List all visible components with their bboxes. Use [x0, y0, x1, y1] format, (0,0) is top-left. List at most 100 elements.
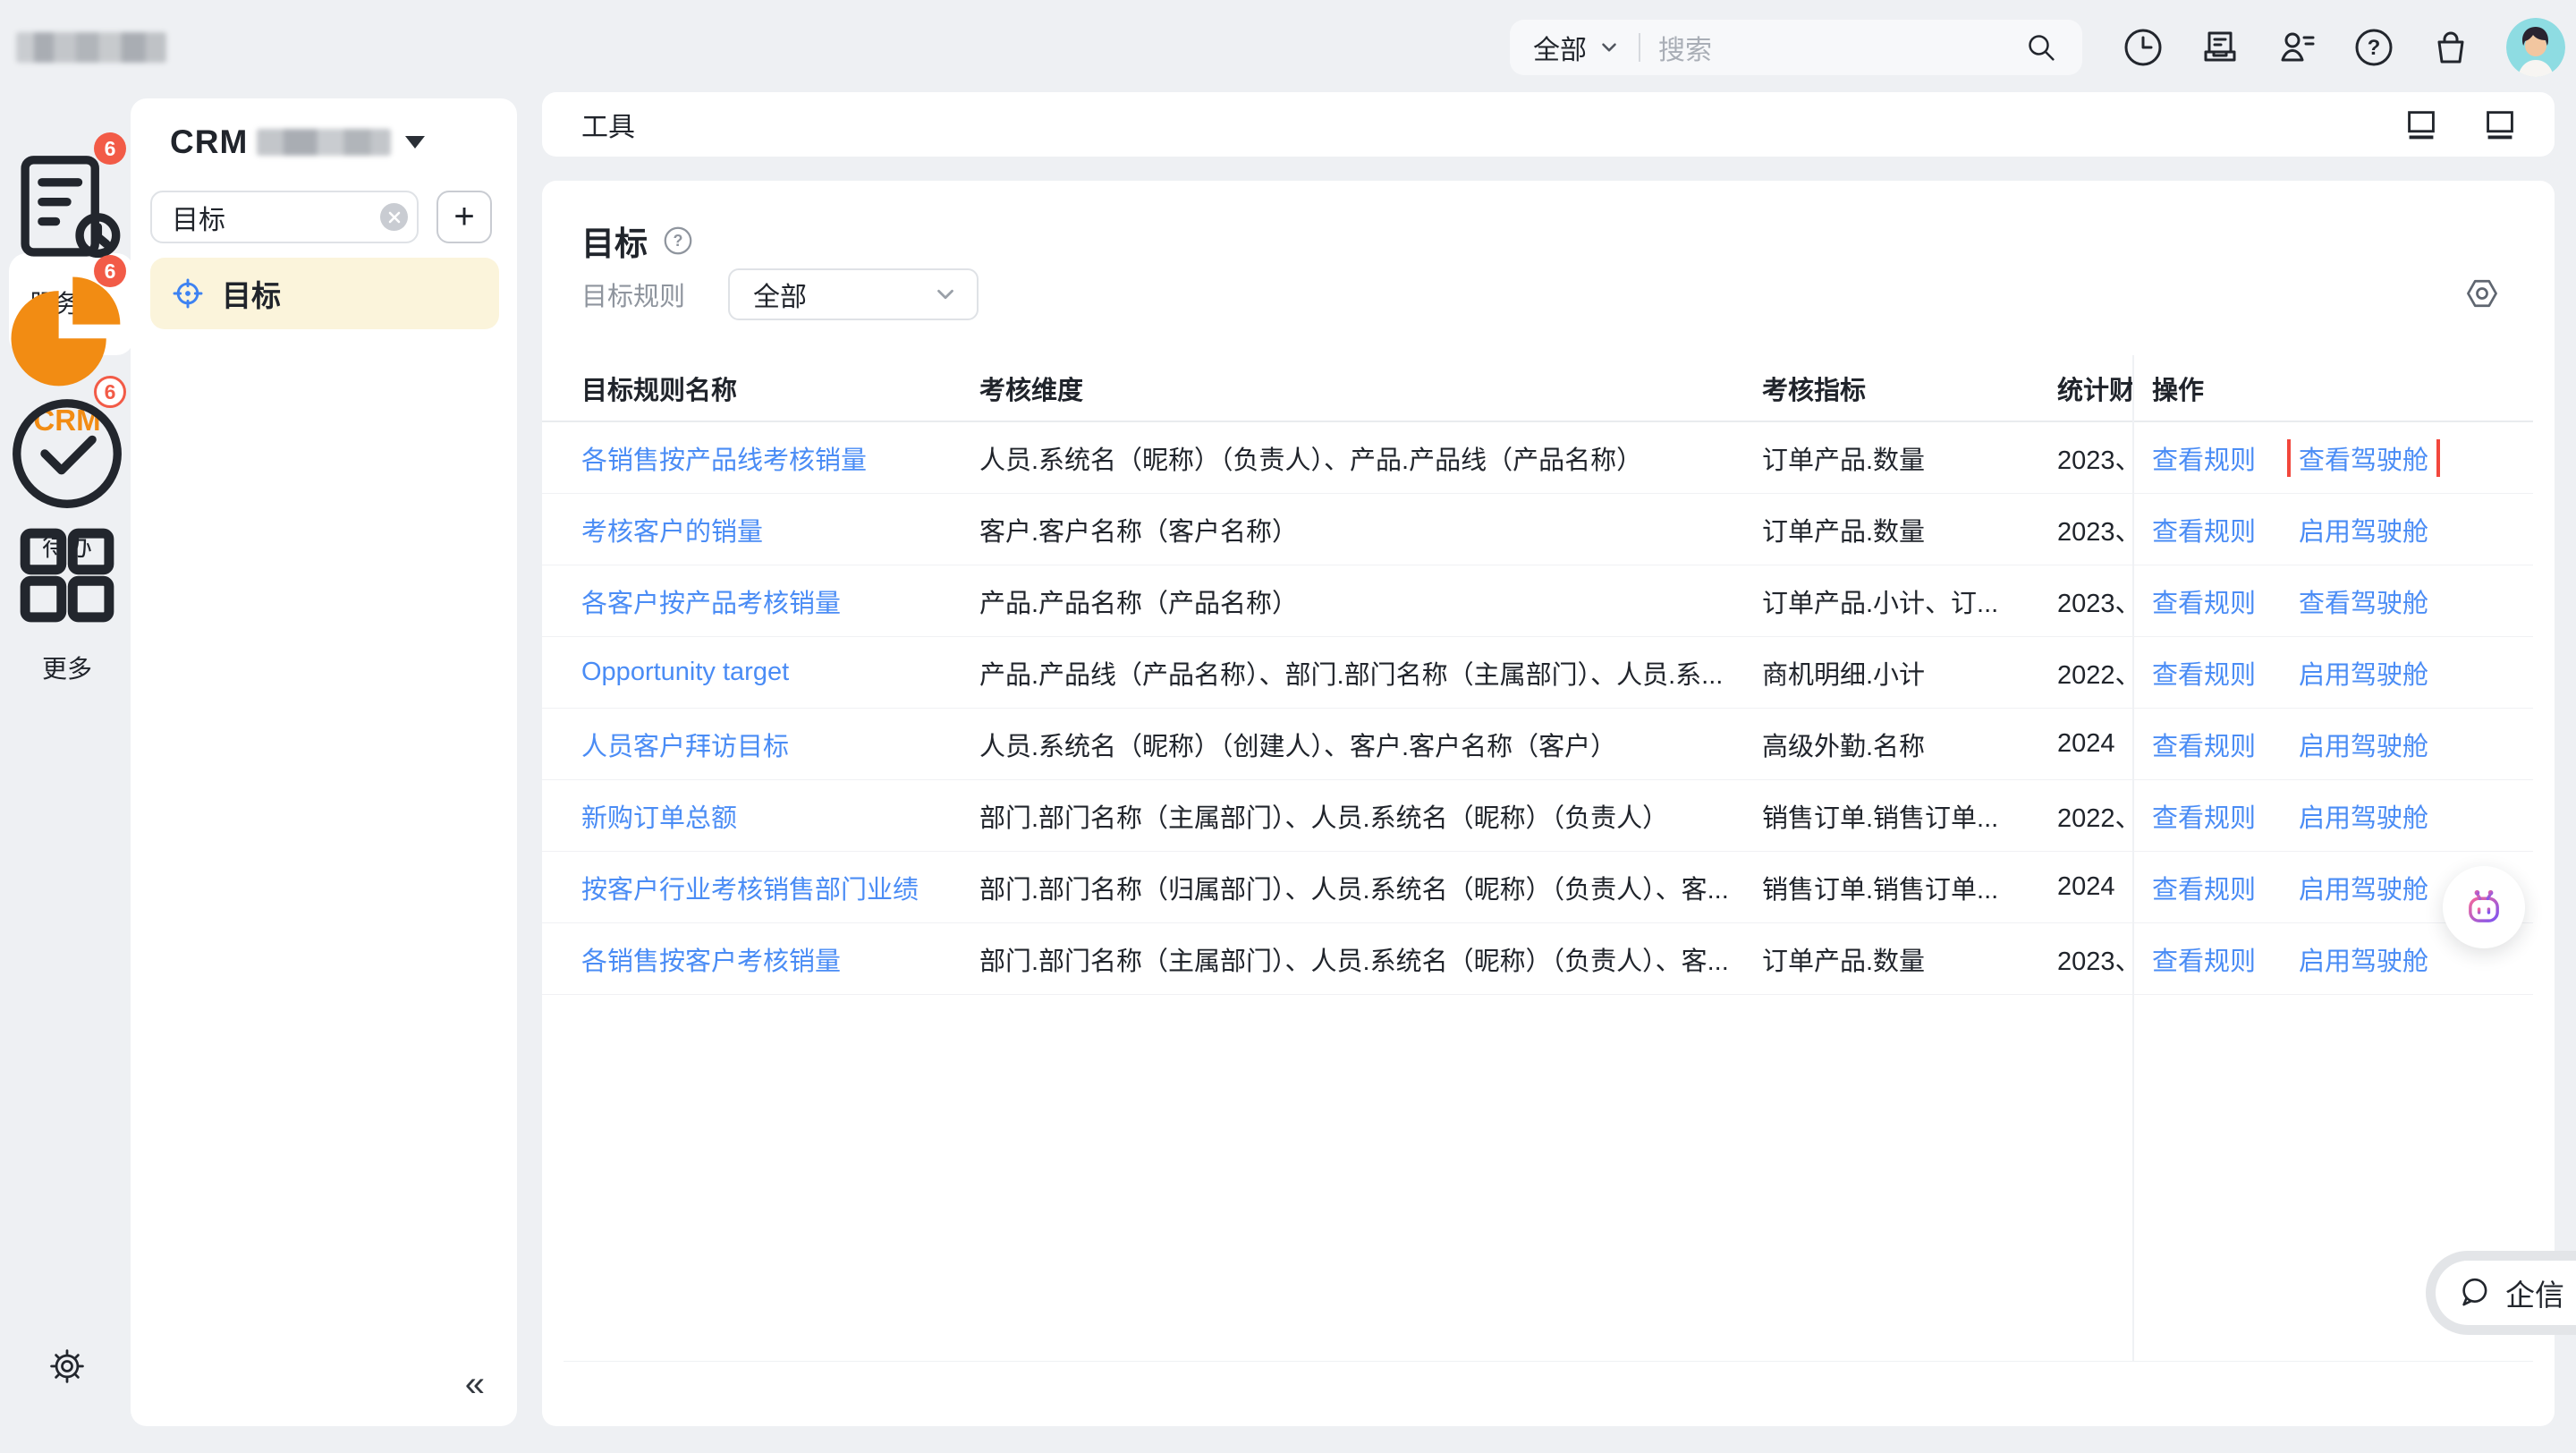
app-logo — [16, 32, 166, 63]
col-fiscal: 统计财 — [2057, 370, 2132, 407]
card-title-row: 目标 ? — [581, 217, 694, 265]
rule-name-link[interactable]: 按客户行业考核销售部门业绩 — [581, 869, 979, 906]
window-controls — [2401, 106, 2521, 143]
dashboard-link[interactable]: 启用驾驶舱 — [2299, 726, 2428, 763]
view-rule-link[interactable]: 查看规则 — [2152, 797, 2256, 835]
actions-cell: 查看规则 启用驾驶舱 — [2132, 654, 2533, 692]
view-rule-link[interactable]: 查看规则 — [2152, 654, 2256, 692]
fiscal-cell: 2023、 — [2057, 439, 2132, 477]
crm-panel: CRM + 目标 « — [131, 98, 517, 1426]
table-row: 各销售按客户考核销量 部门.部门名称（主属部门）、人员.系统名（昵称）（负责人）… — [542, 923, 2533, 995]
dimension-cell: 部门.部门名称（主属部门）、人员.系统名（昵称）（负责人）、客... — [979, 940, 1762, 978]
search-input[interactable]: 搜索 — [1658, 28, 2023, 67]
store-icon[interactable] — [2429, 26, 2472, 69]
chat-inner: 企信 — [2436, 1261, 2576, 1325]
select-value: 全部 — [753, 275, 932, 314]
view-rule-link[interactable]: 查看规则 — [2152, 726, 2256, 763]
rule-filter-select[interactable]: 全部 — [728, 268, 979, 320]
view-rule-link[interactable]: 查看规则 — [2152, 940, 2256, 978]
svg-text:?: ? — [2368, 36, 2381, 60]
dimension-cell: 部门.部门名称（归属部门）、人员.系统名（昵称）（负责人）、客... — [979, 869, 1762, 906]
table-row: 考核客户的销量 客户.客户名称（客户名称） 订单产品.数量 2023、 查看规则… — [542, 494, 2533, 565]
panel-search-input[interactable] — [150, 191, 419, 243]
open-window-icon-2[interactable] — [2479, 106, 2521, 143]
table-header: 目标规则名称 考核维度 考核指标 统计财 操作 — [542, 355, 2533, 422]
clear-icon[interactable] — [380, 203, 408, 231]
target-icon — [170, 276, 206, 311]
caret-down-icon — [405, 136, 425, 149]
fiscal-cell: 2023、 — [2057, 940, 2132, 978]
dashboard-link[interactable]: 启用驾驶舱 — [2299, 654, 2428, 692]
workspace-switcher[interactable]: CRM — [170, 123, 425, 161]
inbox-icon[interactable] — [2199, 26, 2241, 69]
open-window-icon[interactable] — [2401, 106, 2442, 143]
ai-assistant-button[interactable] — [2443, 866, 2525, 948]
search-scope-select[interactable]: 全部 — [1533, 28, 1587, 67]
sidebar-item-label: 更多 — [0, 650, 134, 685]
top-bar: 全部 搜索 ? — [0, 0, 2576, 94]
fiscal-cell: 2024 — [2057, 729, 2132, 759]
page-title: 目标 — [581, 217, 648, 265]
top-icon-row: ? — [2122, 0, 2565, 94]
tab-tools[interactable]: 工具 — [581, 105, 635, 144]
sidebar-item-target[interactable]: 目标 — [150, 258, 499, 329]
user-avatar[interactable] — [2506, 18, 2565, 77]
view-rule-link[interactable]: 查看规则 — [2152, 439, 2256, 477]
rule-name-link[interactable]: 各销售按产品线考核销量 — [581, 439, 979, 477]
panel-search — [150, 191, 419, 243]
table-row: 新购订单总额 部门.部门名称（主属部门）、人员.系统名（昵称）（负责人） 销售订… — [542, 780, 2533, 852]
workspace-name-redacted — [257, 129, 391, 156]
metric-cell: 高级外勤.名称 — [1762, 726, 2057, 763]
robot-icon — [2461, 884, 2507, 930]
dashboard-link[interactable]: 启用驾驶舱 — [2299, 797, 2428, 835]
target-card: 目标 ? 目标规则 全部 目标规则名称 考核维度 考核指标 统计财 操作 各销售… — [542, 181, 2555, 1426]
panel-item-label: 目标 — [222, 272, 281, 315]
fiscal-cell: 2023、 — [2057, 582, 2132, 620]
badge: 6 — [94, 255, 126, 287]
dashboard-link[interactable]: 查看驾驶舱 — [2299, 439, 2428, 477]
rule-name-link[interactable]: 各客户按产品考核销量 — [581, 582, 979, 620]
rule-name-link[interactable]: 考核客户的销量 — [581, 511, 979, 548]
view-rule-link[interactable]: 查看规则 — [2152, 869, 2256, 906]
view-rule-link[interactable]: 查看规则 — [2152, 511, 2256, 548]
rule-name-link[interactable]: Opportunity target — [581, 658, 979, 687]
global-search[interactable]: 全部 搜索 — [1510, 20, 2082, 75]
sidebar-item-more[interactable]: 更多 — [0, 508, 134, 685]
dimension-cell: 部门.部门名称（主属部门）、人员.系统名（昵称）（负责人） — [979, 797, 1762, 835]
actions-cell: 查看规则 查看驾驶舱 — [2132, 439, 2533, 477]
dimension-cell: 人员.系统名（昵称）（负责人）、产品.产品线（产品名称） — [979, 439, 1762, 477]
help-icon[interactable]: ? — [662, 225, 694, 257]
metric-cell: 订单产品.数量 — [1762, 940, 2057, 978]
rule-name-link[interactable]: 人员客户拜访目标 — [581, 726, 979, 763]
table-row: 各销售按产品线考核销量 人员.系统名（昵称）（负责人）、产品.产品线（产品名称）… — [542, 422, 2533, 494]
col-rule-name: 目标规则名称 — [581, 370, 979, 407]
dashboard-link[interactable]: 启用驾驶舱 — [2299, 511, 2428, 548]
rule-name-link[interactable]: 各销售按客户考核销量 — [581, 940, 979, 978]
table-settings-icon[interactable] — [2462, 274, 2502, 313]
contacts-icon[interactable] — [2275, 26, 2318, 69]
view-rule-link[interactable]: 查看规则 — [2152, 582, 2256, 620]
dashboard-link[interactable]: 查看驾驶舱 — [2299, 582, 2428, 620]
col-metric: 考核指标 — [1762, 370, 2057, 407]
divider — [1639, 33, 1640, 62]
rule-name-link[interactable]: 新购订单总额 — [581, 797, 979, 835]
dashboard-link[interactable]: 启用驾驶舱 — [2299, 869, 2428, 906]
todo-check-icon: 6 — [0, 387, 134, 521]
history-icon[interactable] — [2122, 26, 2165, 69]
actions-cell: 查看规则 启用驾驶舱 — [2132, 511, 2533, 548]
enterprise-chat-button[interactable]: 企信 — [2426, 1251, 2576, 1335]
search-icon[interactable] — [2023, 30, 2059, 65]
metric-cell: 销售订单.销售订单... — [1762, 797, 2057, 835]
collapse-panel-icon[interactable]: « — [465, 1364, 485, 1405]
gear-icon[interactable] — [47, 1347, 87, 1386]
actions-cell: 查看规则 启用驾驶舱 — [2132, 797, 2533, 835]
badge: 6 — [94, 376, 126, 408]
dimension-cell: 产品.产品线（产品名称）、部门.部门名称（主属部门）、人员.系... — [979, 654, 1762, 692]
add-button[interactable]: + — [436, 191, 492, 243]
chat-bubble-icon — [2455, 1274, 2493, 1312]
fiscal-cell: 2023、 — [2057, 511, 2132, 548]
fiscal-cell: 2022、 — [2057, 797, 2132, 835]
help-icon[interactable]: ? — [2352, 26, 2395, 69]
col-actions: 操作 — [2132, 370, 2533, 407]
dashboard-link[interactable]: 启用驾驶舱 — [2299, 940, 2428, 978]
